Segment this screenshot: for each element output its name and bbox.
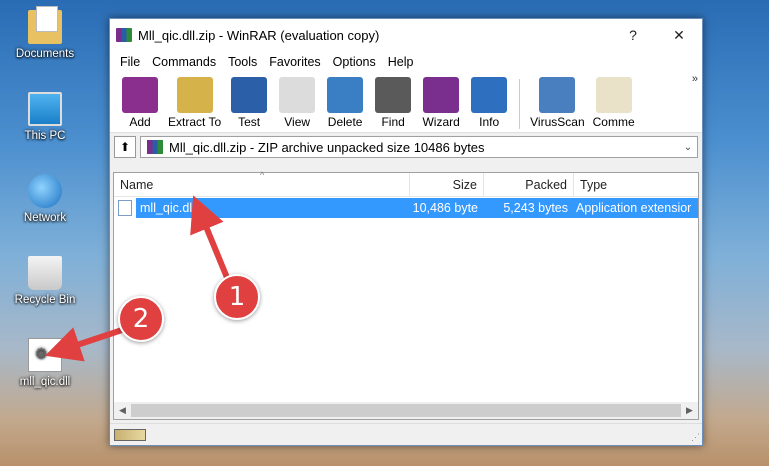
menu-file[interactable]: File xyxy=(114,55,146,69)
extract-icon xyxy=(176,77,213,113)
info-icon xyxy=(471,77,508,113)
virusscan-icon xyxy=(539,77,576,113)
recycle-bin-icon xyxy=(28,256,62,290)
desktop-icon-label: mll_qic.dll xyxy=(19,376,71,388)
wizard-button[interactable]: Wizard xyxy=(417,77,465,129)
row-packed: 5,243 bytes xyxy=(482,198,572,218)
menu-commands[interactable]: Commands xyxy=(146,55,222,69)
delete-icon xyxy=(327,77,364,113)
extract-to-button[interactable]: Extract To xyxy=(164,77,225,129)
drive-key-icon xyxy=(114,428,146,441)
dll-file-icon xyxy=(28,338,62,372)
menu-options[interactable]: Options xyxy=(327,55,382,69)
add-button[interactable]: Add xyxy=(116,77,164,129)
menu-favorites[interactable]: Favorites xyxy=(263,55,326,69)
scroll-left-icon[interactable]: ◀ xyxy=(114,405,131,416)
help-button[interactable]: ? xyxy=(610,19,656,51)
network-icon xyxy=(28,174,62,208)
desktop-icon-label: Documents xyxy=(15,48,75,60)
desktop-icon-dll-file[interactable]: mll_qic.dll xyxy=(5,338,85,388)
archive-icon xyxy=(147,140,163,154)
up-folder-button[interactable]: ⬆ xyxy=(114,136,136,158)
info-button[interactable]: Info xyxy=(465,77,513,129)
desktop-icon-label: Recycle Bin xyxy=(14,294,76,306)
toolbar-separator xyxy=(519,79,521,129)
row-size: 10,486 byte xyxy=(408,198,482,218)
status-bar: ⋰ xyxy=(110,423,702,445)
winrar-window: Mll_qic.dll.zip - WinRAR (evaluation cop… xyxy=(109,18,703,446)
chevron-down-icon[interactable]: ⌄ xyxy=(679,142,697,153)
menu-help[interactable]: Help xyxy=(382,55,420,69)
close-button[interactable]: ✕ xyxy=(656,19,702,51)
virusscan-button[interactable]: VirusScan xyxy=(526,77,588,129)
sort-ascending-icon: ^ xyxy=(260,170,265,180)
desktop-icon-network[interactable]: Network xyxy=(5,174,85,224)
delete-button[interactable]: Delete xyxy=(321,77,369,129)
annotation-badge-2: 2 xyxy=(118,296,164,342)
view-icon xyxy=(279,77,316,113)
row-name: mll_qic.dll xyxy=(136,198,408,218)
folder-icon xyxy=(28,6,62,44)
column-size[interactable]: Size xyxy=(410,173,484,197)
address-field[interactable]: Mll_qic.dll.zip - ZIP archive unpacked s… xyxy=(140,136,698,158)
toolbar: Add Extract To Test View Delete Find Wiz… xyxy=(110,73,702,133)
column-packed[interactable]: Packed xyxy=(484,173,574,197)
add-icon xyxy=(122,77,158,113)
comment-button[interactable]: Comme xyxy=(589,77,639,129)
winrar-icon xyxy=(116,28,132,42)
desktop-icon-recycle-bin[interactable]: Recycle Bin xyxy=(5,256,85,306)
resize-grip-icon[interactable]: ⋰ xyxy=(691,432,700,443)
binoculars-icon xyxy=(375,77,412,113)
file-list-header: Name Size Packed Type ^ xyxy=(114,170,698,197)
menu-tools[interactable]: Tools xyxy=(222,55,263,69)
desktop-icon-this-pc[interactable]: This PC xyxy=(5,92,85,142)
title-bar[interactable]: Mll_qic.dll.zip - WinRAR (evaluation cop… xyxy=(110,19,702,51)
scrollbar-thumb[interactable] xyxy=(131,404,681,417)
test-icon xyxy=(231,77,268,113)
view-button[interactable]: View xyxy=(273,77,321,129)
dll-file-icon xyxy=(118,200,132,216)
wizard-icon xyxy=(423,77,460,113)
desktop-icon-documents[interactable]: Documents xyxy=(5,6,85,60)
address-bar: ⬆ Mll_qic.dll.zip - ZIP archive unpacked… xyxy=(110,133,702,161)
file-list[interactable]: Name Size Packed Type ^ mll_qic.dll 10,4… xyxy=(113,170,699,420)
comment-icon xyxy=(595,77,632,113)
address-text: Mll_qic.dll.zip - ZIP archive unpacked s… xyxy=(169,139,485,155)
annotation-badge-1: 1 xyxy=(214,274,260,320)
test-button[interactable]: Test xyxy=(225,77,273,129)
row-type: Application extensior xyxy=(572,198,698,218)
scroll-right-icon[interactable]: ▶ xyxy=(681,405,698,416)
window-title: Mll_qic.dll.zip - WinRAR (evaluation cop… xyxy=(138,27,380,43)
desktop-icon-label: This PC xyxy=(24,130,66,142)
column-type[interactable]: Type xyxy=(574,173,698,197)
find-button[interactable]: Find xyxy=(369,77,417,129)
menu-bar: File Commands Tools Favorites Options He… xyxy=(110,51,702,73)
table-row[interactable]: mll_qic.dll 10,486 byte 5,243 bytes Appl… xyxy=(114,198,698,218)
desktop-icon-label: Network xyxy=(23,212,67,224)
toolbar-overflow-chevron-icon[interactable]: » xyxy=(692,73,698,85)
horizontal-scrollbar[interactable]: ◀ ▶ xyxy=(114,402,698,419)
computer-icon xyxy=(28,92,62,126)
